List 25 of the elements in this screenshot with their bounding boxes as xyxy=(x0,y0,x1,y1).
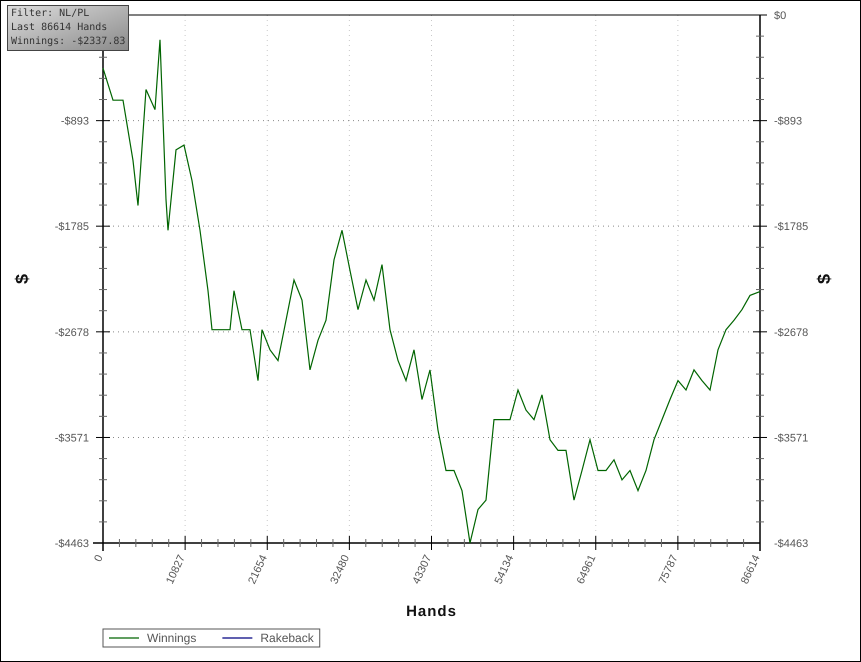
y-tick-label: $0 xyxy=(774,10,786,22)
legend-label: Winnings xyxy=(147,631,196,645)
y-axis-title: $ xyxy=(12,274,32,284)
info-box: Filter: NL/PL Last 86614 Hands Winnings: -$2337.83 xyxy=(7,5,129,51)
x-tick-label: 64961 xyxy=(574,553,598,586)
y-tick-label: -$1785 xyxy=(774,221,808,234)
x-tick-label: 32480 xyxy=(328,553,352,586)
y-tick-label: -$3571 xyxy=(54,432,89,444)
x-tick-label: 75787 xyxy=(656,553,681,586)
y-tick-label: -$4463 xyxy=(54,538,89,550)
x-axis-title: Hands xyxy=(406,603,457,620)
y-tick-label: -$4463 xyxy=(774,538,808,550)
y-tick-label: -$1785 xyxy=(54,221,89,234)
x-tick-label: 43307 xyxy=(410,553,434,586)
y-tick-label: -$893 xyxy=(774,116,802,128)
y-tick-label: -$893 xyxy=(60,116,89,128)
y-tick-label: -$2678 xyxy=(774,326,808,339)
y-axis-title: $ xyxy=(814,274,834,284)
x-tick-label: 86614 xyxy=(738,553,763,586)
x-tick-label: 21654 xyxy=(246,553,270,586)
legend-label: Rakeback xyxy=(260,631,314,645)
y-tick-label: -$2678 xyxy=(54,326,89,339)
y-tick-label: -$3571 xyxy=(774,432,808,444)
x-tick-label: 0 xyxy=(92,553,106,564)
x-tick-label: 10827 xyxy=(164,553,188,586)
